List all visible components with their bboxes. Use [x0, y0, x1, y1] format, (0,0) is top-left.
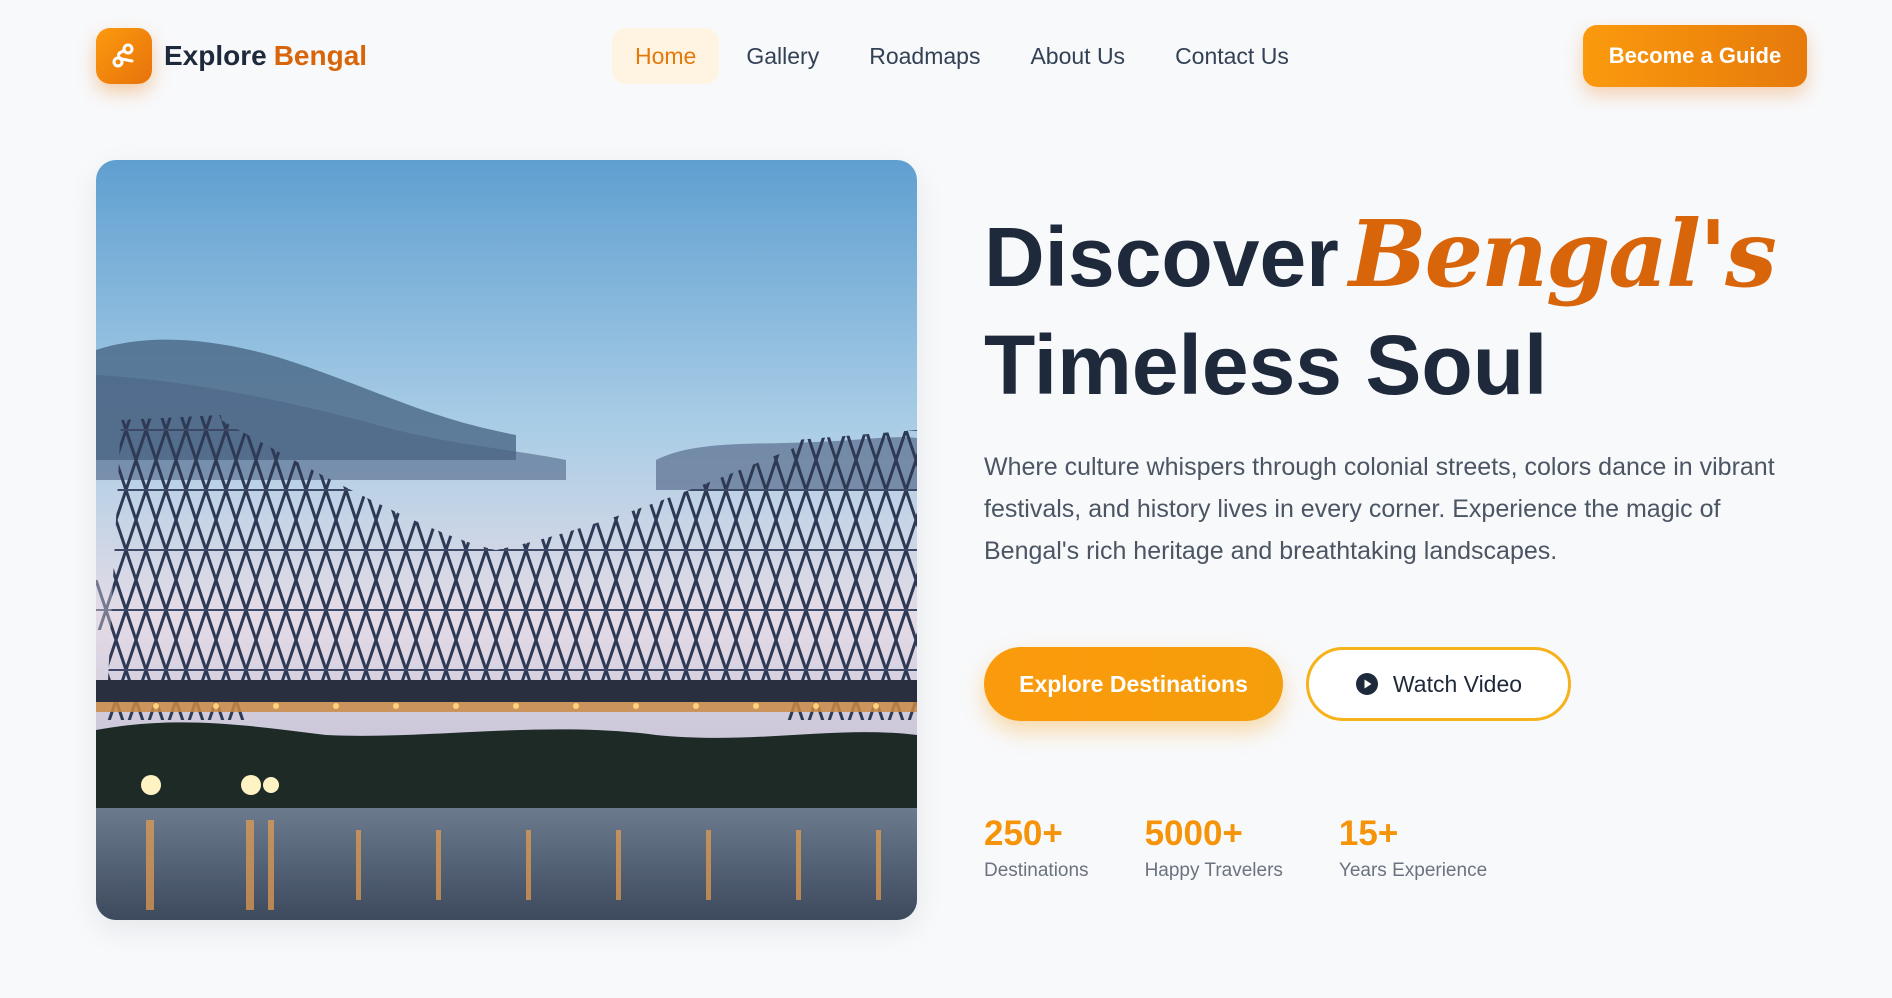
stat-label: Happy Travelers [1144, 860, 1283, 881]
play-circle-icon [1355, 672, 1379, 696]
route-icon [96, 28, 152, 84]
nav-home[interactable]: Home [612, 28, 720, 84]
stat-value: 15+ [1338, 814, 1399, 853]
stat-value: 5000+ [1144, 814, 1243, 853]
stat-label: Destinations [984, 860, 1089, 881]
stat-destinations: 250+ Destinations [984, 812, 1089, 882]
top-nav: Explore Bengal Home Gallery Roadmaps Abou… [0, 0, 1892, 112]
hero-headline: Discover Bengal's Timeless Soul [984, 200, 1804, 419]
brand-name-part2: Bengal [273, 40, 368, 71]
watch-video-label: Watch Video [1392, 670, 1523, 697]
stat-years-experience: 15+ Years Experience [1339, 812, 1487, 882]
nav-gallery[interactable]: Gallery [723, 28, 842, 84]
hero-description: Where culture whispers through colonial … [984, 453, 1775, 565]
stat-happy-travelers: 5000+ Happy Travelers [1145, 812, 1283, 882]
headline-timeless-soul: Timeless Soul [984, 318, 1548, 412]
become-guide-button[interactable]: Become a Guide [1583, 25, 1807, 87]
nav-roadmaps[interactable]: Roadmaps [846, 28, 1003, 84]
brand-name-part1: Explore [164, 40, 267, 71]
watch-video-button[interactable]: Watch Video [1306, 647, 1571, 721]
stat-value: 250+ [984, 814, 1063, 853]
nav-contact-us[interactable]: Contact Us [1152, 28, 1312, 84]
brand-logo[interactable]: Explore Bengal [96, 28, 367, 84]
stats-row: 250+ Destinations 5000+ Happy Travelers … [984, 812, 1543, 882]
stat-label: Years Experience [1338, 860, 1488, 881]
brand-name: Explore Bengal [164, 40, 367, 72]
main-menu: Home Gallery Roadmaps About Us Contact U… [612, 28, 1316, 84]
headline-bengals: Bengal's [1348, 200, 1777, 308]
hero-image-howrah-bridge [96, 160, 917, 920]
nav-about-us[interactable]: About Us [1007, 28, 1148, 84]
headline-discover: Discover [984, 210, 1339, 304]
explore-destinations-button[interactable]: Explore Destinations [984, 647, 1283, 721]
